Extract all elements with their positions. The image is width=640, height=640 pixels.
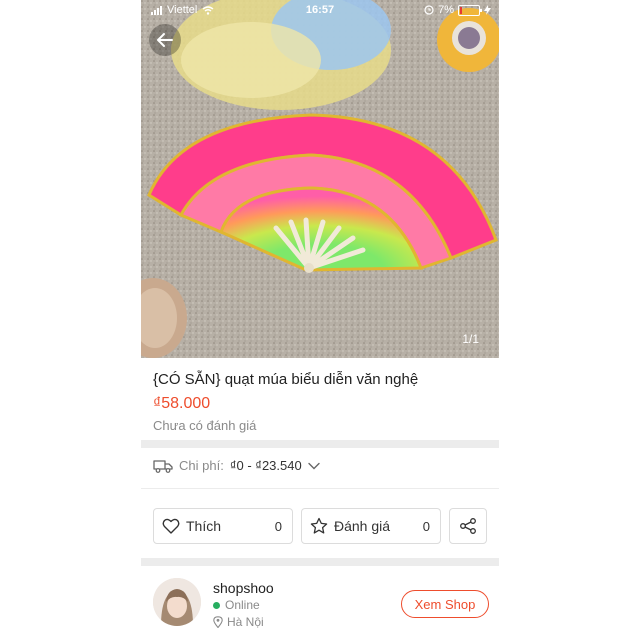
location-pin-icon	[213, 616, 223, 628]
heart-icon	[162, 518, 180, 534]
product-image[interactable]: 1/1	[141, 0, 499, 358]
status-right-group: 7%	[424, 4, 491, 16]
view-shop-button[interactable]: Xem Shop	[401, 590, 489, 618]
truck-icon	[153, 459, 173, 473]
share-icon	[460, 518, 476, 534]
rate-button[interactable]: Đánh giá 0	[301, 508, 441, 544]
like-button[interactable]: Thích 0	[153, 508, 293, 544]
chevron-down-icon	[308, 462, 320, 469]
shop-status-label: Online	[225, 598, 260, 612]
like-label: Thích	[186, 518, 222, 534]
rate-count: 0	[422, 518, 430, 534]
shipping-value: ₫0 - ₫23.540	[229, 458, 302, 473]
image-counter: 1/1	[462, 332, 479, 346]
section-divider-2	[141, 558, 499, 566]
rating-summary: Chưa có đánh giá	[153, 418, 257, 433]
shop-location: Hà Nội	[213, 615, 264, 629]
shop-avatar[interactable]	[153, 578, 201, 626]
battery-icon	[458, 4, 482, 16]
back-button[interactable]	[149, 24, 181, 56]
product-photo-illustration	[141, 0, 499, 358]
shipping-cost-row[interactable]: Chi phí: ₫0 - ₫23.540	[153, 458, 320, 473]
charging-icon	[484, 5, 491, 15]
alarm-icon	[424, 5, 434, 15]
back-arrow-icon	[157, 33, 173, 47]
battery-percent: 7%	[438, 4, 454, 16]
rate-label: Đánh giá	[334, 518, 391, 534]
product-detail-screen: 1/1 Viettel 16:57 7% {CÓ SẴN} quạt múa b…	[141, 0, 499, 640]
shop-location-label: Hà Nội	[227, 615, 264, 629]
row-divider	[141, 488, 499, 489]
share-button[interactable]	[449, 508, 487, 544]
status-bar: Viettel 16:57 7%	[141, 0, 499, 20]
product-title: {CÓ SẴN} quạt múa biểu diễn văn nghệ	[153, 371, 419, 388]
avatar-image	[153, 578, 201, 626]
shop-status: Online	[213, 598, 260, 612]
shipping-label: Chi phí:	[179, 458, 224, 473]
like-count: 0	[274, 518, 282, 534]
section-divider	[141, 440, 499, 448]
online-dot-icon	[213, 601, 220, 609]
star-icon	[310, 517, 328, 534]
shop-name[interactable]: shopshoo	[213, 580, 274, 596]
product-price: ₫58.000	[153, 395, 211, 412]
